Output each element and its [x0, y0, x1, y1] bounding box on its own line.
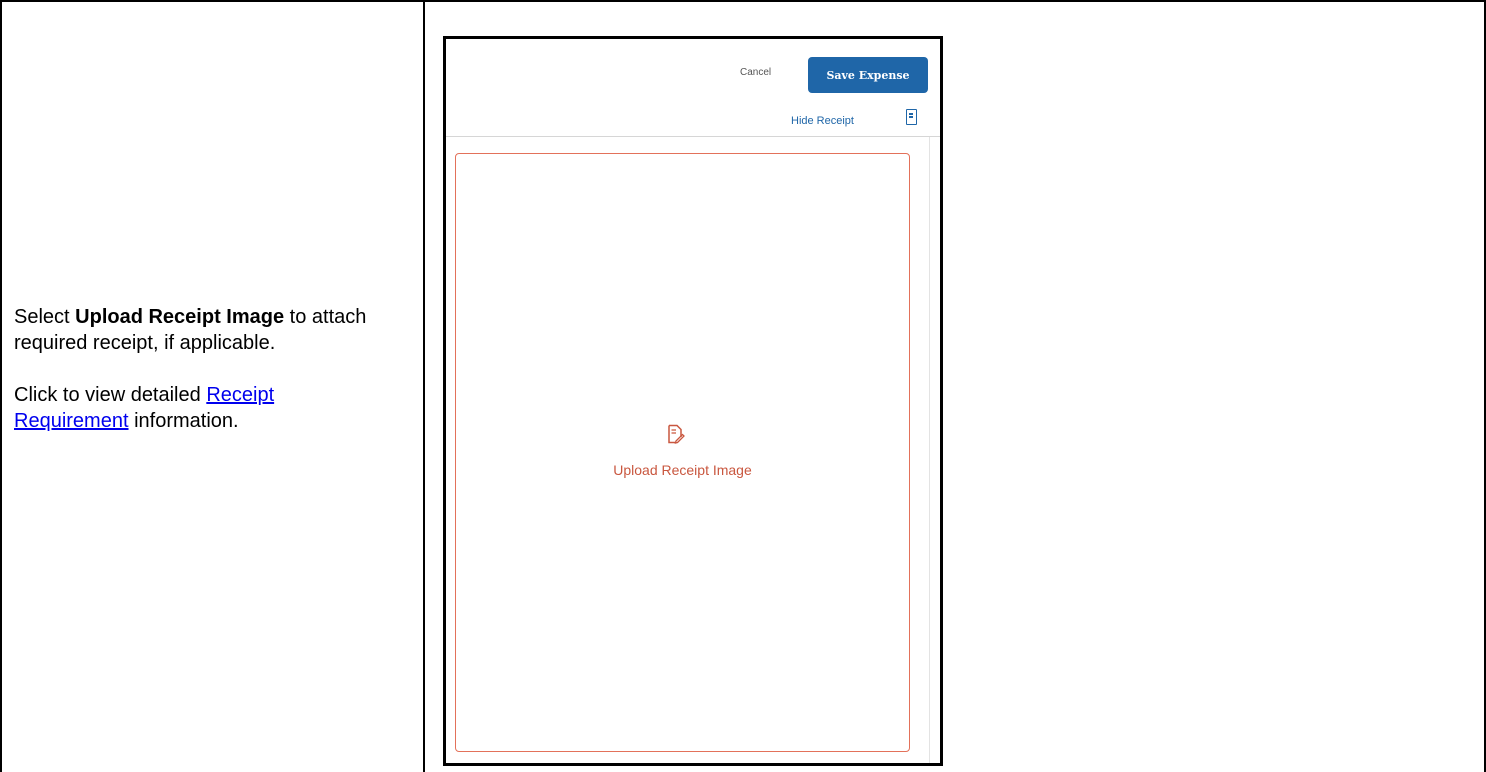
save-expense-button[interactable]: Save Expense — [808, 57, 928, 93]
instruction-cell: Select Upload Receipt Image to attach re… — [14, 304, 394, 434]
scrollbar-track — [929, 137, 930, 763]
receipt-doc-icon[interactable] — [906, 109, 917, 125]
instruction-click: Click to view detailed Receipt Requireme… — [14, 382, 394, 434]
app-screenshot: Cancel Save Expense Hide Receipt Upload … — [443, 36, 943, 766]
upload-receipt-label[interactable]: Upload Receipt Image — [456, 462, 909, 478]
column-divider — [423, 0, 425, 772]
instruction-text: Select — [14, 306, 76, 328]
instruction-text: information. — [128, 410, 239, 432]
instruction-text: Click to view detailed — [14, 384, 207, 406]
instruction-emphasis: Upload Receipt Image — [75, 306, 285, 328]
expense-header: Cancel Save Expense Hide Receipt — [446, 39, 940, 137]
receipt-upload-icon[interactable] — [667, 424, 685, 444]
upload-receipt-dropzone[interactable]: Upload Receipt Image — [455, 153, 910, 752]
instruction-select: Select Upload Receipt Image to attach re… — [14, 304, 394, 356]
hide-receipt-link[interactable]: Hide Receipt — [791, 115, 854, 127]
cancel-button[interactable]: Cancel — [740, 67, 771, 78]
